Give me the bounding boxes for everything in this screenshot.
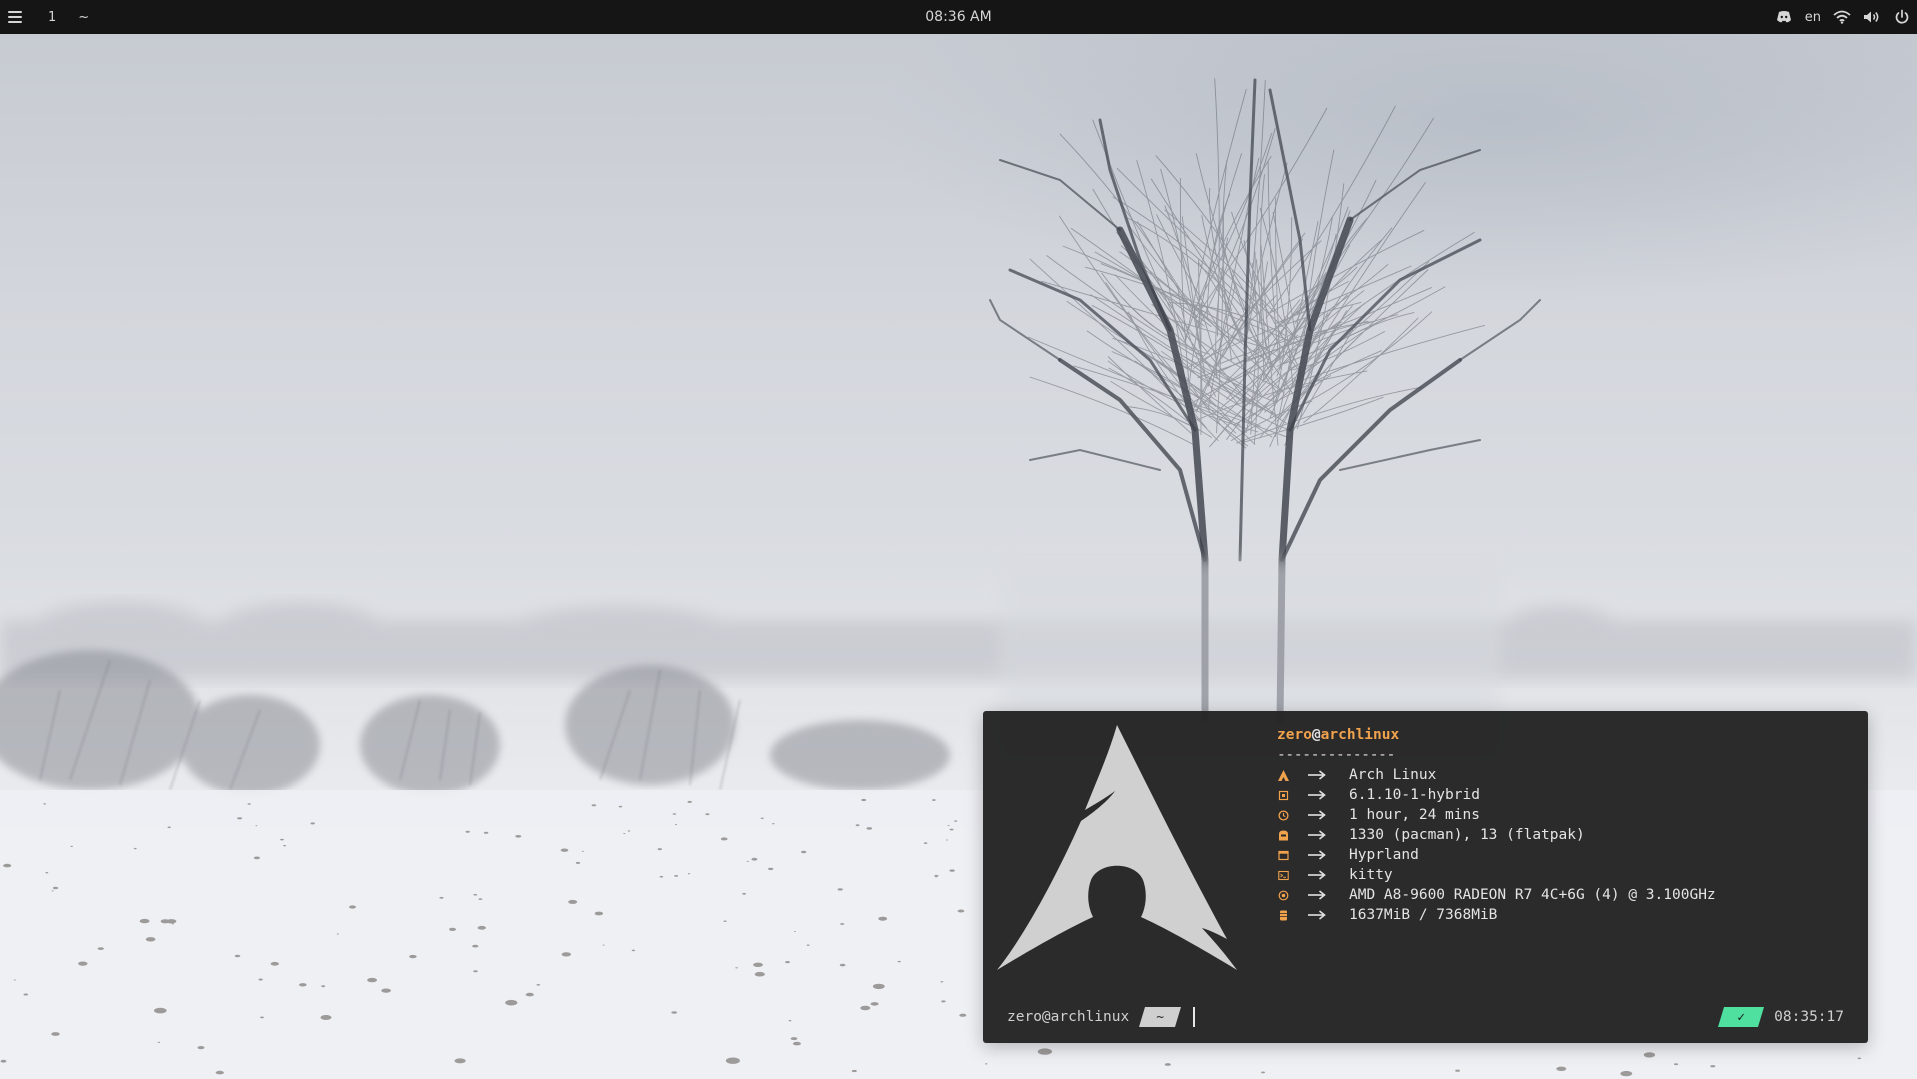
shell-prompt[interactable]: zero@archlinux ~ — [1007, 1005, 1196, 1029]
volume-icon[interactable] — [1863, 8, 1881, 26]
info-row: Hyprland — [1277, 845, 1716, 865]
at-sign: @ — [1311, 727, 1321, 743]
system-tray: en — [1775, 0, 1911, 34]
terminal-window-kitty[interactable]: zero @ archlinux -------------- Arch Linux… — [983, 711, 1868, 1043]
info-row: AMD A8-9600 RADEON R7 4C+6G (4) @ 3.100G… — [1277, 885, 1716, 905]
prompt-user-host: zero@archlinux — [1007, 1009, 1130, 1025]
info-row: 1637MiB / 7368MiB — [1277, 905, 1716, 925]
memory-icon — [1277, 909, 1289, 921]
topbar-clock: 08:36 AM — [925, 9, 992, 25]
info-value: AMD A8-9600 RADEON R7 4C+6G (4) @ 3.100G… — [1349, 887, 1716, 903]
info-row: Arch Linux — [1277, 765, 1716, 785]
prompt-time: 08:35:17 — [1774, 1009, 1844, 1025]
arrow-icon — [1307, 850, 1329, 860]
info-value: 6.1.10-1-hybrid — [1349, 787, 1480, 803]
user-host-line: zero @ archlinux — [1277, 725, 1716, 745]
info-value: Hyprland — [1349, 847, 1419, 863]
window-icon — [1277, 849, 1289, 861]
arch-icon — [1277, 769, 1289, 781]
package-icon — [1277, 829, 1289, 841]
right-prompt: ✓ 08:35:17 — [1718, 1005, 1844, 1029]
topbar-left: 1 ~ — [8, 0, 89, 34]
info-row: 1 hour, 24 mins — [1277, 805, 1716, 825]
arrow-icon — [1307, 810, 1329, 820]
arrow-icon — [1307, 830, 1329, 840]
info-value: 1637MiB / 7368MiB — [1349, 907, 1498, 923]
arch-linux-logo — [997, 725, 1237, 970]
hamburger-menu-icon[interactable] — [8, 11, 22, 23]
arrow-icon — [1307, 770, 1329, 780]
wifi-icon[interactable] — [1833, 8, 1851, 26]
info-row: 6.1.10-1-hybrid — [1277, 785, 1716, 805]
prompt-dir: ~ — [1156, 1009, 1165, 1025]
info-value: kitty — [1349, 867, 1393, 883]
info-value: Arch Linux — [1349, 767, 1437, 783]
cpu-icon — [1277, 889, 1289, 901]
exit-status-chip: ✓ — [1718, 1007, 1765, 1027]
info-value: 1 hour, 24 mins — [1349, 807, 1480, 823]
prompt-dir-chip: ~ — [1139, 1007, 1182, 1027]
workspace-indicator[interactable]: 1 — [48, 10, 56, 25]
clock-icon — [1277, 809, 1289, 821]
info-row: kitty — [1277, 865, 1716, 885]
keyboard-layout[interactable]: en — [1805, 10, 1821, 25]
check-icon: ✓ — [1737, 1009, 1746, 1025]
separator-line: -------------- — [1277, 745, 1716, 765]
info-row: 1330 (pacman), 13 (flatpak) — [1277, 825, 1716, 845]
arrow-icon — [1307, 910, 1329, 920]
text-cursor — [1193, 1007, 1196, 1027]
hostname: archlinux — [1320, 727, 1400, 743]
top-bar: 1 ~ 08:36 AM en — [0, 0, 1917, 34]
terminal-icon — [1277, 869, 1289, 881]
power-icon[interactable] — [1893, 8, 1911, 26]
info-value: 1330 (pacman), 13 (flatpak) — [1349, 827, 1585, 843]
fastfetch-info: zero @ archlinux -------------- Arch Linux… — [1277, 725, 1716, 925]
arrow-icon — [1307, 790, 1329, 800]
arrow-icon — [1307, 870, 1329, 880]
separator: -------------- — [1277, 747, 1396, 763]
discord-icon[interactable] — [1775, 8, 1793, 26]
kernel-chip-icon — [1277, 789, 1289, 801]
arrow-icon — [1307, 890, 1329, 900]
active-window-title: ~ — [78, 9, 90, 25]
username: zero — [1277, 727, 1312, 743]
